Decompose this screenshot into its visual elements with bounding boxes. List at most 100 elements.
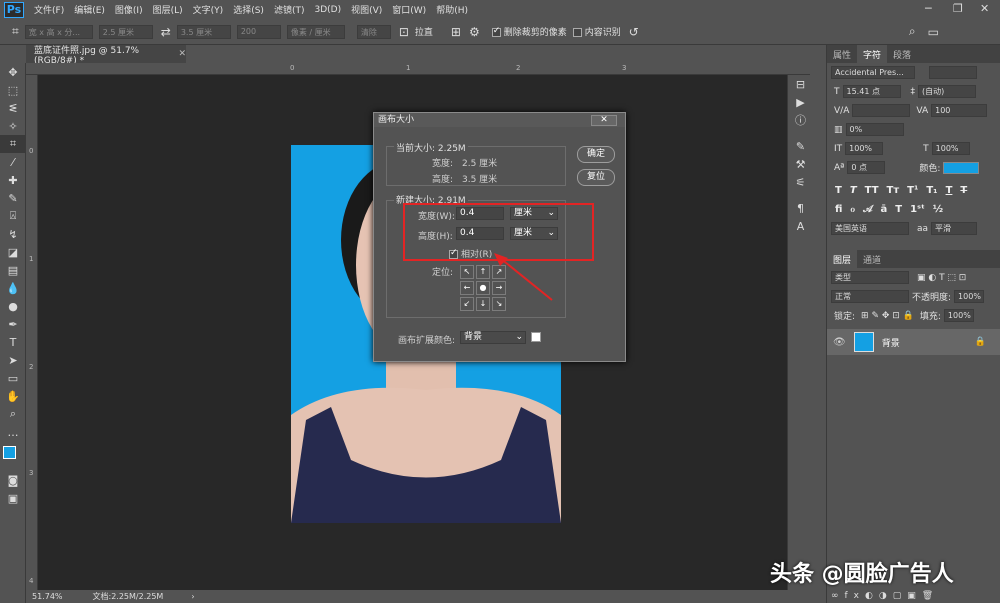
menu-layer[interactable]: 图层(L) xyxy=(153,3,183,16)
font-family-select[interactable]: Accidental Pres... xyxy=(831,66,915,79)
actions-play-icon[interactable]: ▶ xyxy=(788,93,813,111)
delete-cropped-checkbox[interactable]: 删除裁剪的像素 xyxy=(491,25,567,38)
workspace-icon[interactable]: ▭ xyxy=(928,25,939,39)
anchor-center-icon[interactable]: ● xyxy=(476,281,490,295)
anchor-sw-icon[interactable]: ↙ xyxy=(460,297,474,311)
language-select[interactable]: 美国英语 xyxy=(831,222,909,235)
swap-icon[interactable]: ⇄ xyxy=(161,25,171,39)
tab-paragraph[interactable]: 段落 xyxy=(887,45,917,63)
ok-button[interactable]: 确定 xyxy=(577,146,615,163)
font-style-select[interactable] xyxy=(929,66,977,79)
anchor-nw-icon[interactable]: ↖ xyxy=(460,265,474,279)
quick-mask-icon[interactable]: ◙ xyxy=(0,471,26,489)
superscript-icon[interactable]: T¹ xyxy=(907,185,918,196)
content-aware-checkbox[interactable]: 内容识别 xyxy=(572,25,621,38)
resolution-field[interactable]: 200 xyxy=(236,24,281,39)
character-styles-icon[interactable]: A xyxy=(788,217,813,235)
font-size-field[interactable]: 15.41 点 xyxy=(842,85,901,98)
anchor-s-icon[interactable]: ↓ xyxy=(476,297,490,311)
fraction-icon[interactable]: ½ xyxy=(933,204,943,215)
vertical-scale-field[interactable]: 100% xyxy=(845,142,884,155)
gradient-tool-icon[interactable]: ▤ xyxy=(0,261,26,279)
unit-select[interactable]: 像素 / 厘米 xyxy=(286,24,345,39)
zoom-tool-icon[interactable]: ⌕ xyxy=(0,405,26,423)
marquee-tool-icon[interactable]: ⬚ xyxy=(0,81,26,99)
restore-icon[interactable]: ❐ xyxy=(953,2,963,15)
dodge-tool-icon[interactable]: ● xyxy=(0,297,26,315)
menu-select[interactable]: 选择(S) xyxy=(233,3,264,16)
horizontal-scale-field[interactable]: 100% xyxy=(931,142,970,155)
straighten-icon[interactable]: ⊡ xyxy=(399,25,409,39)
filter-icons[interactable]: ▣ ◐ T ⬚ ⊡ xyxy=(917,273,966,283)
more-tools-icon[interactable]: … xyxy=(0,423,26,441)
move-tool-icon[interactable]: ✥ xyxy=(0,63,26,81)
color-swatches[interactable] xyxy=(0,441,25,471)
minimize-icon[interactable]: ─ xyxy=(925,2,932,15)
ordinal-icon[interactable]: 1ˢᵗ xyxy=(910,204,925,215)
brush-tool-icon[interactable]: ✎ xyxy=(0,189,26,207)
close-tab-icon[interactable]: ✕ xyxy=(178,49,186,59)
old-style-icon[interactable]: ℴ xyxy=(850,204,855,215)
clear-button[interactable]: 清除 xyxy=(356,24,391,39)
swash-icon[interactable]: 𝒜 xyxy=(863,204,872,215)
dialog-close-button[interactable]: ✕ xyxy=(591,115,617,126)
tab-channels[interactable]: 通道 xyxy=(857,250,887,268)
eyedropper-tool-icon[interactable]: ⁄ xyxy=(0,153,26,171)
menu-help[interactable]: 帮助(H) xyxy=(436,3,468,16)
menu-3d[interactable]: 3D(D) xyxy=(314,5,341,15)
healing-tool-icon[interactable]: ✚ xyxy=(0,171,26,189)
reset-crop-icon[interactable]: ↺ xyxy=(629,25,639,39)
small-caps-icon[interactable]: Tт xyxy=(887,185,900,196)
foreground-color-swatch[interactable] xyxy=(3,446,16,459)
anchor-n-icon[interactable]: ↑ xyxy=(476,265,490,279)
fill-field[interactable]: 100% xyxy=(943,309,974,322)
menu-window[interactable]: 窗口(W) xyxy=(392,3,426,16)
anti-alias-select[interactable]: 平滑 xyxy=(931,222,978,235)
stamp-tool-icon[interactable]: ⍓ xyxy=(0,207,26,225)
text-color-swatch[interactable] xyxy=(943,161,980,174)
width-field[interactable]: 2.5 厘米 xyxy=(98,24,153,39)
eraser-tool-icon[interactable]: ◪ xyxy=(0,243,26,261)
height-field[interactable]: 3.5 厘米 xyxy=(176,24,231,39)
lasso-tool-icon[interactable]: ᓬ xyxy=(0,99,26,117)
tools-preset-icon[interactable]: ⚒ xyxy=(788,155,813,173)
all-caps-icon[interactable]: TT xyxy=(865,185,879,196)
underline-icon[interactable]: T xyxy=(946,185,953,196)
paragraph-styles-icon[interactable]: ¶ xyxy=(788,199,813,217)
close-icon[interactable]: ✕ xyxy=(980,2,989,15)
hand-tool-icon[interactable]: ✋ xyxy=(0,387,26,405)
blend-mode-select[interactable]: 正常 xyxy=(831,290,909,303)
layers-footer-icons[interactable]: ∞fx◐◑▢▣🗑 xyxy=(831,591,939,601)
layer-filter-select[interactable]: 类型 xyxy=(831,271,909,284)
menu-edit[interactable]: 编辑(E) xyxy=(74,3,105,16)
opacity-field[interactable]: 100% xyxy=(954,290,985,303)
menu-image[interactable]: 图像(I) xyxy=(115,3,143,16)
titling-icon[interactable]: T xyxy=(895,204,902,215)
crop-icon[interactable]: ⌗ xyxy=(12,24,19,39)
leading-field[interactable]: (自动) xyxy=(918,85,976,98)
reset-button[interactable]: 复位 xyxy=(577,169,615,186)
lock-icons[interactable]: ⊞ ✎ ✥ ⊡ 🔒 xyxy=(861,311,914,321)
baseline-field[interactable]: 0 点 xyxy=(847,161,886,174)
alternates-icon[interactable]: ā xyxy=(881,204,888,215)
visibility-eye-icon[interactable]: 👁 xyxy=(833,337,846,348)
info-icon[interactable]: ⓘ xyxy=(788,111,813,129)
ligature-icon[interactable]: ﬁ xyxy=(835,204,842,215)
history-icon[interactable]: ⊟ xyxy=(788,75,813,93)
menu-filter[interactable]: 滤镜(T) xyxy=(274,3,305,16)
screen-mode-icon[interactable]: ▣ xyxy=(0,489,26,507)
faux-bold-icon[interactable]: T xyxy=(835,185,842,196)
tracking-field[interactable]: 100 xyxy=(931,104,988,117)
ratio-select[interactable]: 宽 x 高 x 分... xyxy=(24,24,93,39)
subscript-icon[interactable]: T₁ xyxy=(926,185,937,196)
zoom-level[interactable]: 51.74% xyxy=(32,592,63,601)
tsume-field[interactable]: 0% xyxy=(845,123,904,136)
blur-tool-icon[interactable]: 💧 xyxy=(0,279,26,297)
brush-settings-icon[interactable]: ✎ xyxy=(788,137,813,155)
layer-row-background[interactable]: 👁 背景 🔒 xyxy=(827,329,1000,355)
crop-tool-icon[interactable]: ⌗ xyxy=(0,135,26,153)
anchor-w-icon[interactable]: ← xyxy=(460,281,474,295)
search-icon[interactable]: ⌕ xyxy=(909,24,916,39)
pen-tool-icon[interactable]: ✒ xyxy=(0,315,26,333)
document-info[interactable]: 文档:2.25M/2.25M xyxy=(93,591,164,602)
